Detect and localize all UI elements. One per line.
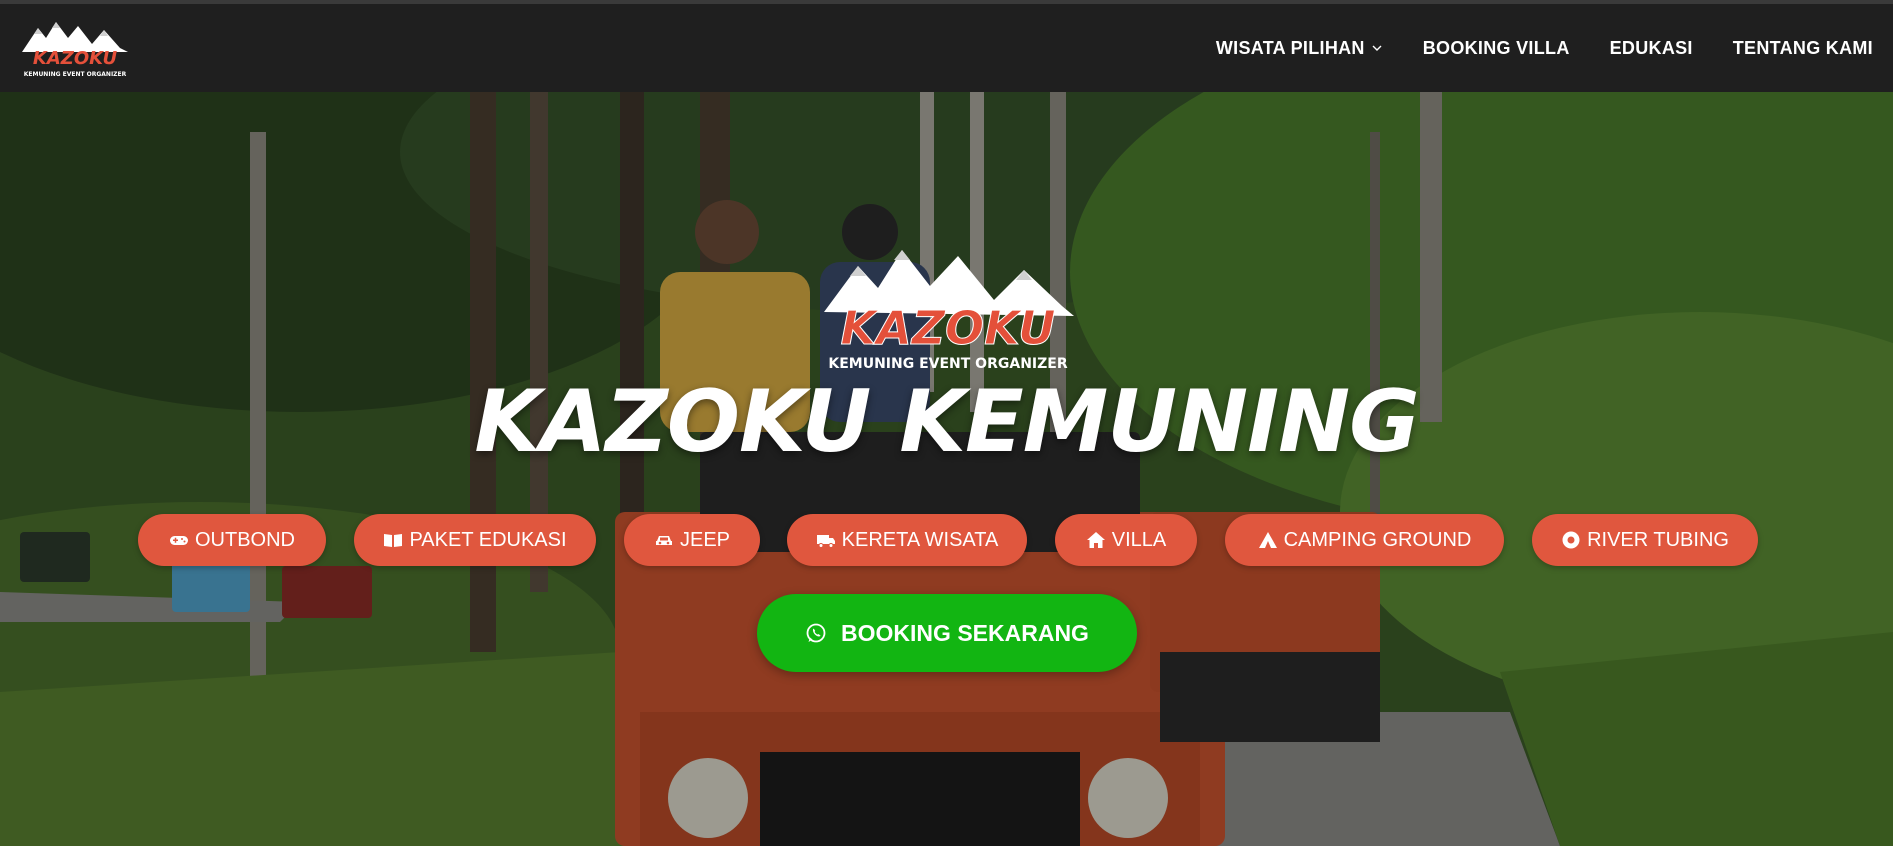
- nav-item-label: EDUKASI: [1609, 37, 1693, 58]
- nav-item-edukasi[interactable]: EDUKASI: [1610, 38, 1693, 59]
- car-icon: [655, 536, 672, 545]
- category-button-kereta-wisata[interactable]: KERETA WISATA: [787, 514, 1027, 566]
- hero-logo-text: KAZOKU: [840, 301, 1055, 355]
- book-open-icon: [384, 534, 403, 547]
- category-button-outbond[interactable]: OUTBOND: [138, 514, 326, 566]
- home-icon: [1086, 532, 1105, 548]
- chevron-down-icon: [1372, 45, 1382, 51]
- truck-icon: [816, 535, 835, 548]
- category-label: KERETA WISATA: [841, 528, 999, 551]
- main-menu: WISATA PILIHAN BOOKING VILLA EDUKASI TEN…: [1216, 4, 1873, 92]
- tube-icon: [1562, 531, 1580, 549]
- logo-text: KAZOKU: [33, 48, 118, 69]
- nav-item-label: BOOKING VILLA: [1422, 37, 1570, 58]
- category-buttons: OUTBOND PAKET EDUKASI JEEP KERETA WISATA…: [138, 514, 1758, 566]
- nav-item-wisata-pilihan[interactable]: WISATA PILIHAN: [1216, 38, 1383, 59]
- cta-label: BOOKING SEKARANG: [841, 619, 1089, 646]
- category-label: PAKET EDUKASI: [409, 528, 567, 551]
- category-button-villa[interactable]: VILLA: [1055, 514, 1197, 566]
- category-button-jeep[interactable]: JEEP: [624, 514, 760, 566]
- hero-section: KAZOKU KEMUNING EVENT ORGANIZER KAZOKU K…: [0, 92, 1893, 846]
- logo-mountain-icon: KAZOKU KEMUNING EVENT ORGANIZER: [22, 22, 128, 78]
- category-button-camping-ground[interactable]: CAMPING GROUND: [1225, 514, 1504, 566]
- nav-item-booking-villa[interactable]: BOOKING VILLA: [1423, 38, 1570, 59]
- hero-title: KAZOKU KEMUNING: [474, 372, 1419, 472]
- hero-logo: KAZOKU KEMUNING EVENT ORGANIZER: [818, 242, 1078, 377]
- nav-item-tentang-kami[interactable]: TENTANG KAMI: [1733, 38, 1873, 59]
- booking-sekarang-button[interactable]: BOOKING SEKARANG: [757, 594, 1137, 672]
- nav-item-label: TENTANG KAMI: [1732, 37, 1873, 58]
- whatsapp-icon: [806, 623, 826, 643]
- nav-item-label: WISATA PILIHAN: [1215, 37, 1365, 58]
- category-button-river-tubing[interactable]: RIVER TUBING: [1532, 514, 1758, 566]
- category-label: RIVER TUBING: [1587, 528, 1729, 551]
- campground-icon: [1258, 532, 1277, 548]
- site-logo[interactable]: KAZOKU KEMUNING EVENT ORGANIZER: [20, 18, 130, 80]
- hero-logo-subtext: KEMUNING EVENT ORGANIZER: [828, 356, 1067, 372]
- navbar: KAZOKU KEMUNING EVENT ORGANIZER WISATA P…: [0, 4, 1893, 92]
- category-label: JEEP: [679, 528, 731, 551]
- category-label: OUTBOND: [195, 528, 295, 551]
- category-button-paket-edukasi[interactable]: PAKET EDUKASI: [354, 514, 596, 566]
- logo-subtext: KEMUNING EVENT ORGANIZER: [24, 71, 127, 78]
- hero-logo-mountain-icon: KAZOKU KEMUNING EVENT ORGANIZER: [824, 250, 1074, 372]
- gamepad-icon: [170, 536, 188, 545]
- category-label: VILLA: [1111, 528, 1167, 551]
- category-label: CAMPING GROUND: [1283, 528, 1472, 551]
